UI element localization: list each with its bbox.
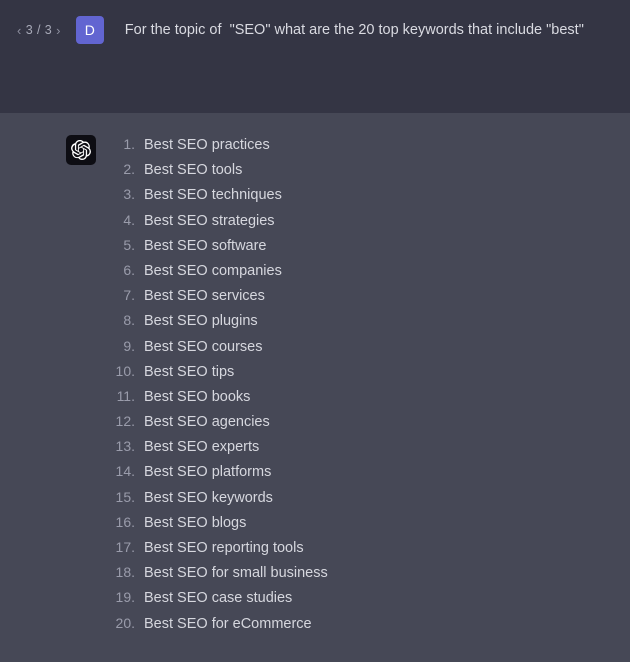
list-item: 8 Best SEO plugins — [107, 312, 630, 337]
keyword-list: 1 Best SEO practices 2 Best SEO tools 3 Best … — [107, 136, 630, 640]
list-item-label: Best SEO agencies — [144, 414, 270, 431]
list-item-label: Best SEO reporting tools — [144, 540, 304, 556]
openai-logo-icon — [71, 140, 91, 160]
list-item: 12 Best SEO agencies — [107, 413, 630, 438]
chevron-left-icon[interactable]: ‹ — [14, 24, 25, 37]
list-item-number: 14 — [107, 463, 135, 479]
list-item-label: Best SEO keywords — [144, 489, 273, 506]
list-item-label: Best SEO for small business — [144, 565, 328, 582]
answer-row: 1 Best SEO practices 2 Best SEO tools 3 Best … — [0, 135, 630, 640]
list-item-number: 1 — [107, 136, 135, 152]
list-item-number: 19 — [107, 589, 135, 605]
response-pager: ‹ 3 / 3 › — [14, 16, 64, 44]
list-item: 3 Best SEO techniques — [107, 186, 630, 211]
list-item-number: 4 — [107, 212, 135, 228]
answer-area: 1 Best SEO practices 2 Best SEO tools 3 Best … — [0, 113, 630, 662]
list-item-number: 20 — [107, 615, 135, 631]
list-item-number: 16 — [107, 514, 135, 530]
list-item: 1 Best SEO practices — [107, 136, 630, 161]
chat-screen: ‹ 3 / 3 › D For the topic of "SEO" what … — [0, 0, 630, 662]
list-item-label: Best SEO strategies — [144, 212, 275, 229]
list-item-number: 17 — [107, 539, 135, 555]
list-item-label: Best SEO tools — [144, 162, 243, 179]
list-item: 15 Best SEO keywords — [107, 489, 630, 514]
list-item-label: Best SEO software — [144, 237, 267, 254]
list-item-label: Best SEO practices — [144, 137, 270, 153]
list-item-number: 9 — [107, 338, 135, 354]
list-item-number: 5 — [107, 237, 135, 253]
list-item: 7 Best SEO services — [107, 287, 630, 312]
list-item: 2 Best SEO tools — [107, 161, 630, 186]
list-item-label: Best SEO for eCommerce — [144, 615, 312, 632]
list-item-label: Best SEO experts — [144, 439, 260, 456]
list-item: 10 Best SEO tips — [107, 363, 630, 388]
list-item-number: 11 — [107, 388, 135, 404]
prompt-text: For the topic of "SEO" what are the 20 t… — [124, 22, 584, 38]
list-item-label: Best SEO plugins — [144, 313, 258, 330]
list-item: 4 Best SEO strategies — [107, 212, 630, 237]
pager-count-label: 3 / 3 — [25, 23, 53, 37]
list-item-label: Best SEO books — [144, 388, 251, 405]
list-item: 14 Best SEO platforms — [107, 463, 630, 488]
list-item-label: Best SEO case studies — [144, 590, 293, 607]
list-item: 17 Best SEO reporting tools — [107, 539, 630, 564]
list-item-number: 3 — [107, 186, 135, 202]
list-item-number: 13 — [107, 438, 135, 454]
user-avatar-initial: D — [84, 22, 95, 38]
list-item-number: 2 — [107, 161, 135, 177]
prompt-header: ‹ 3 / 3 › D For the topic of "SEO" what … — [0, 0, 630, 113]
list-item: 20 Best SEO for eCommerce — [107, 615, 630, 640]
user-avatar: D — [75, 16, 104, 44]
list-item: 19 Best SEO case studies — [107, 589, 630, 614]
list-item-number: 7 — [107, 287, 135, 303]
list-item-label: Best SEO tips — [144, 363, 235, 380]
list-item: 18 Best SEO for small business — [107, 564, 630, 589]
list-item: 11 Best SEO books — [107, 388, 630, 413]
chevron-right-icon[interactable]: › — [53, 24, 64, 37]
list-item-number: 6 — [107, 262, 135, 278]
list-item-label: Best SEO techniques — [144, 187, 282, 204]
list-item-number: 10 — [107, 363, 135, 379]
list-item-label: Best SEO services — [144, 288, 265, 305]
list-item-number: 8 — [107, 312, 135, 328]
list-item-number: 18 — [107, 564, 135, 580]
list-item-label: Best SEO platforms — [144, 464, 272, 481]
list-item: 9 Best SEO courses — [107, 338, 630, 363]
list-item: 6 Best SEO companies — [107, 262, 630, 287]
list-item-label: Best SEO blogs — [144, 514, 247, 531]
list-item-number: 12 — [107, 413, 135, 429]
assistant-avatar — [66, 135, 96, 165]
list-item-number: 15 — [107, 489, 135, 505]
list-item: 5 Best SEO software — [107, 237, 630, 262]
answer-content: 1 Best SEO practices 2 Best SEO tools 3 Best … — [107, 135, 630, 640]
list-item: 16 Best SEO blogs — [107, 514, 630, 539]
prompt-row: ‹ 3 / 3 › D For the topic of "SEO" what … — [0, 16, 630, 44]
list-item: 13 Best SEO experts — [107, 438, 630, 463]
list-item-label: Best SEO courses — [144, 338, 263, 355]
list-item-label: Best SEO companies — [144, 262, 282, 279]
